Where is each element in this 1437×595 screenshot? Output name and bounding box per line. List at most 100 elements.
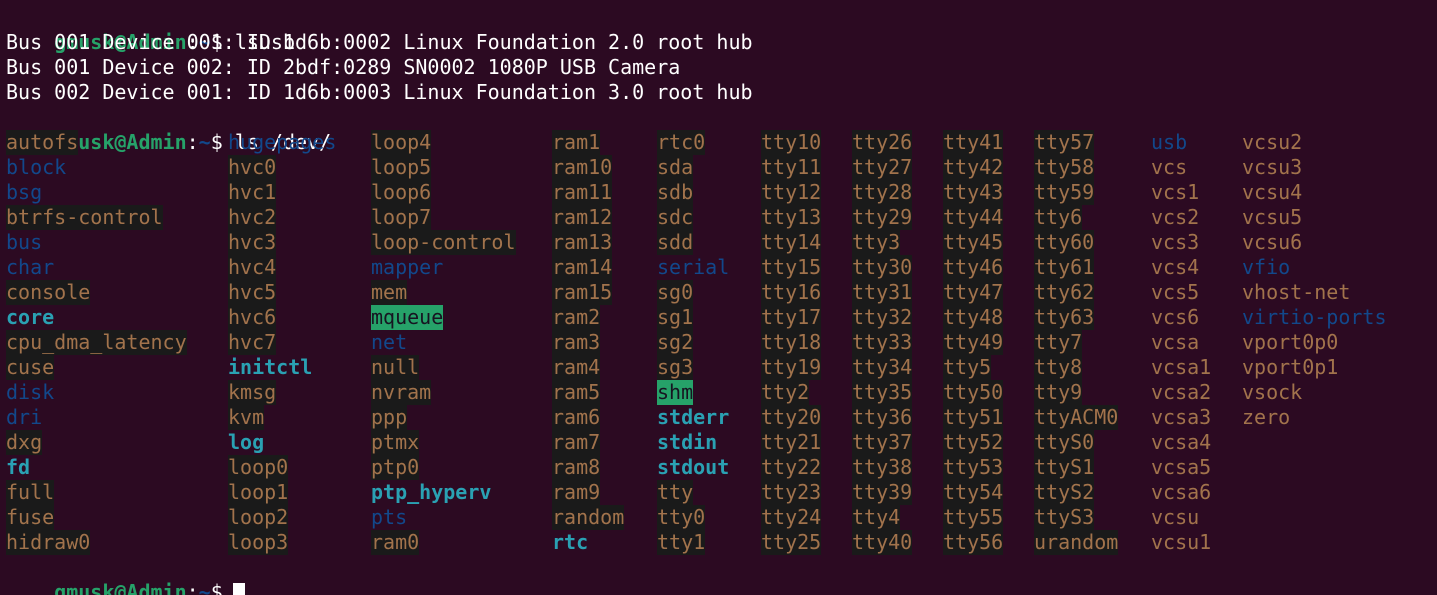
dev-entry: tty11 <box>761 155 822 180</box>
dev-entry: random <box>552 505 625 530</box>
dev-entry: ram14 <box>552 255 613 280</box>
dev-entry: hvc6 <box>228 305 277 330</box>
dev-entry: kmsg <box>228 380 277 405</box>
dev-entry: tty15 <box>761 255 822 280</box>
dev-entry: vsock <box>1242 380 1303 404</box>
dev-entry: tty32 <box>852 305 913 330</box>
dev-entry: tty3 <box>852 230 901 255</box>
dev-entry: ram4 <box>552 355 601 380</box>
dev-entry: tty34 <box>852 355 913 380</box>
dev-entry: tty22 <box>761 455 822 480</box>
dev-entry: core <box>6 305 55 329</box>
dev-entry: ram2 <box>552 305 601 330</box>
dev-entry: tty29 <box>852 205 913 230</box>
dev-entry: hugepages <box>228 130 337 154</box>
dev-entry: tty52 <box>943 430 1004 455</box>
dev-entry: vcs <box>1151 155 1188 179</box>
dev-entry: tty35 <box>852 380 913 405</box>
dev-entry: sg3 <box>657 355 694 380</box>
dev-entry: tty60 <box>1034 230 1095 255</box>
prompt-line-2: gmusk@Admin:~$ ls /dev/ <box>6 105 331 154</box>
dev-entry: vcsu5 <box>1242 205 1303 229</box>
prompt-line-3[interactable]: gmusk@Admin:~$ <box>6 555 245 595</box>
dev-entry: ram11 <box>552 180 613 205</box>
prompt-symbol: $ <box>210 580 223 595</box>
dev-entry: vcs6 <box>1151 305 1200 329</box>
dev-entry: vcs3 <box>1151 230 1200 254</box>
dev-entry: tty56 <box>943 530 1004 555</box>
dev-entry: tty30 <box>852 255 913 280</box>
dev-entry: vcsa5 <box>1151 455 1212 479</box>
dev-entry: tty57 <box>1034 130 1095 155</box>
dev-entry: tty40 <box>852 530 913 555</box>
dev-entry: dri <box>6 405 43 429</box>
dev-entry: vcsu1 <box>1151 530 1212 554</box>
dev-entry: vcsu <box>1151 505 1200 529</box>
dev-entry: hvc7 <box>228 330 277 355</box>
dev-entry: tty53 <box>943 455 1004 480</box>
dev-entry: ptmx <box>371 430 420 455</box>
dev-entry: vcsu2 <box>1242 130 1303 154</box>
dev-entry: btrfs-control <box>6 205 163 230</box>
dev-entry: sdd <box>657 230 694 255</box>
dev-entry: vcsa1 <box>1151 355 1212 379</box>
dev-entry: tty38 <box>852 455 913 480</box>
dev-entry: nvram <box>371 380 432 405</box>
dev-entry: vfio <box>1242 255 1291 279</box>
dev-entry: bus <box>6 230 43 254</box>
dev-entry: tty17 <box>761 305 822 330</box>
dev-entry: ram9 <box>552 480 601 505</box>
dev-entry: ram7 <box>552 430 601 455</box>
dev-entry: vcsa2 <box>1151 380 1212 404</box>
prompt-colon: : <box>186 130 199 154</box>
dev-entry: tty <box>657 480 694 505</box>
dev-entry: vhost-net <box>1242 280 1351 304</box>
dev-entry: hvc4 <box>228 255 277 280</box>
dev-entry: disk <box>6 380 55 404</box>
dev-entry: dxg <box>6 430 43 455</box>
prompt-symbol: $ <box>210 130 223 154</box>
dev-entry: tty54 <box>943 480 1004 505</box>
dev-entry: vcsa3 <box>1151 405 1212 429</box>
dev-entry: full <box>6 480 55 505</box>
dev-entry: tty39 <box>852 480 913 505</box>
dev-entry: loop-control <box>371 230 516 255</box>
prompt-colon: : <box>186 580 199 595</box>
dev-entry: ram5 <box>552 380 601 405</box>
dev-entry: zero <box>1242 405 1291 429</box>
dev-entry: cpu_dma_latency <box>6 330 187 355</box>
dev-entry: sg1 <box>657 305 694 330</box>
dev-entry: net <box>371 330 408 354</box>
text-cursor <box>232 582 245 595</box>
dev-entry: tty5 <box>943 355 992 380</box>
dev-entry: stdin <box>657 430 718 454</box>
output-line: Bus 002 Device 001: ID 1d6b:0003 Linux F… <box>6 80 753 104</box>
terminal-window[interactable]: gmusk@Admin:~$ lsusb Bus 001 Device 001:… <box>0 0 1437 595</box>
dev-entry: tty62 <box>1034 280 1095 305</box>
dev-entry: mem <box>371 280 408 305</box>
dev-entry: rtc <box>552 530 589 554</box>
dev-entry: ram6 <box>552 405 601 430</box>
dev-entry: pts <box>371 505 408 529</box>
dev-entry: tty44 <box>943 205 1004 230</box>
dev-entry: loop5 <box>371 155 432 180</box>
dev-entry: tty8 <box>1034 355 1083 380</box>
dev-entry: tty42 <box>943 155 1004 180</box>
dev-entry: tty6 <box>1034 205 1083 230</box>
dev-entry: null <box>371 355 420 380</box>
dev-entry: loop3 <box>228 530 289 555</box>
dev-entry: tty12 <box>761 180 822 205</box>
dev-entry: tty33 <box>852 330 913 355</box>
dev-entry: tty21 <box>761 430 822 455</box>
dev-entry: ram3 <box>552 330 601 355</box>
dev-entry: loop4 <box>371 130 432 155</box>
dev-entry: vcs2 <box>1151 205 1200 229</box>
dev-entry: urandom <box>1034 530 1119 555</box>
dev-entry: hvc5 <box>228 280 277 305</box>
output-line: Bus 001 Device 002: ID 2bdf:0289 SN0002 … <box>6 55 681 79</box>
dev-entry: tty9 <box>1034 380 1083 405</box>
dev-entry: hvc0 <box>228 155 277 180</box>
dev-entry: ram13 <box>552 230 613 255</box>
dev-entry: tty36 <box>852 405 913 430</box>
dev-entry: loop2 <box>228 505 289 530</box>
